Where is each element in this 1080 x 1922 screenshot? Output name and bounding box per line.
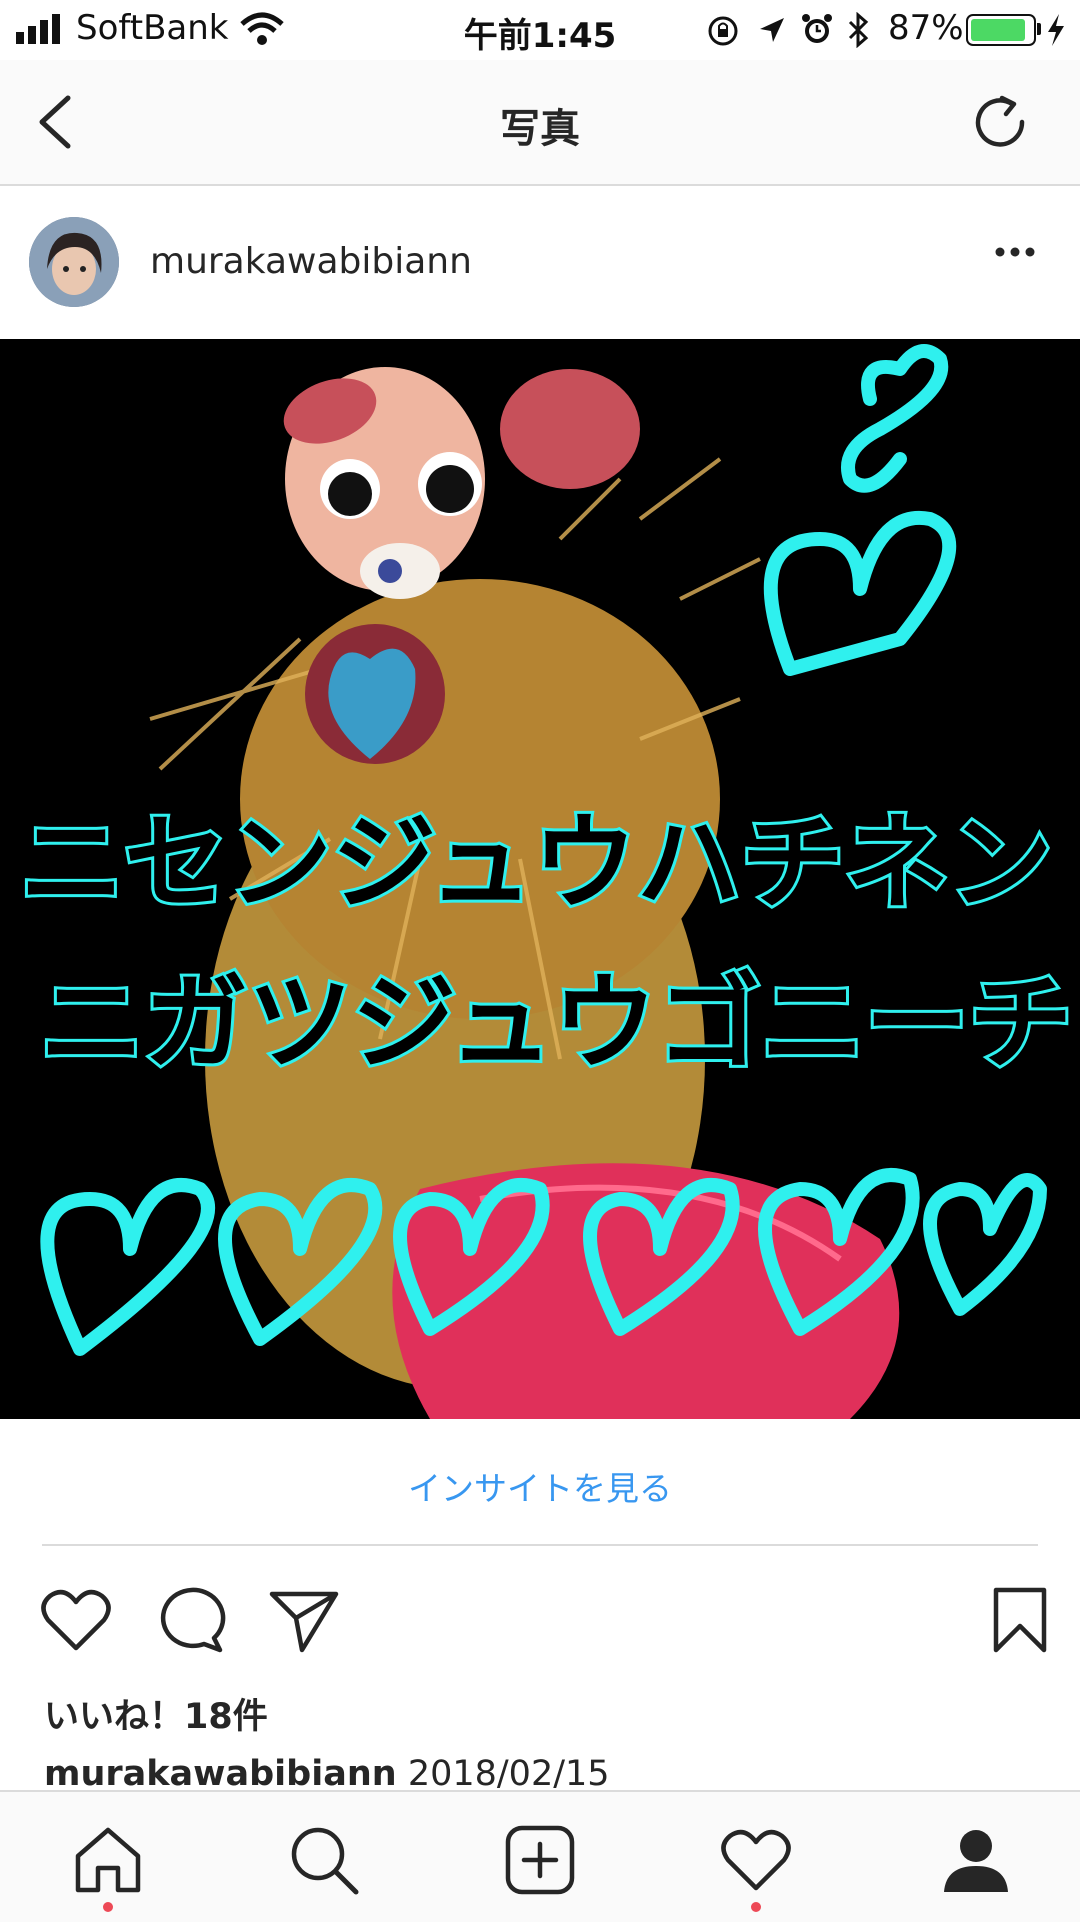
more-options-icon[interactable] bbox=[990, 232, 1040, 272]
home-notification-dot bbox=[103, 1902, 113, 1912]
view-insights-link[interactable]: インサイトを見る bbox=[0, 1462, 1080, 1510]
activity-heart-icon[interactable] bbox=[716, 1820, 796, 1900]
post-photo-art: ニセンジュウハチネン ニガツジュウゴニーチ bbox=[17, 344, 1076, 1419]
location-icon bbox=[760, 18, 784, 42]
like-heart-icon[interactable] bbox=[36, 1580, 116, 1660]
divider bbox=[42, 1544, 1038, 1546]
battery-cap bbox=[1037, 23, 1041, 35]
add-post-icon[interactable] bbox=[500, 1820, 580, 1900]
activity-notification-dot bbox=[751, 1902, 761, 1912]
post-username[interactable]: murakawabibiann bbox=[150, 241, 472, 282]
avatar[interactable] bbox=[29, 217, 119, 307]
alarm-icon bbox=[802, 14, 832, 43]
bluetooth-icon bbox=[848, 12, 869, 48]
profile-icon[interactable] bbox=[936, 1820, 1016, 1900]
home-icon[interactable] bbox=[68, 1820, 148, 1900]
battery-icon bbox=[966, 14, 1036, 46]
comment-icon[interactable] bbox=[150, 1580, 230, 1660]
likes-count[interactable]: いいね！18件 bbox=[44, 1688, 268, 1739]
svg-text:ニガツジュウゴニーチ: ニガツジュウゴニーチ bbox=[40, 962, 1073, 1084]
rotation-lock-icon bbox=[708, 16, 738, 46]
caption-username[interactable]: murakawabibiann bbox=[44, 1754, 397, 1794]
page-title: 写真 bbox=[500, 106, 580, 152]
battery-percent: 87% bbox=[888, 8, 964, 48]
status-bar: SoftBank 午前1:45 87% bbox=[0, 0, 1080, 60]
svg-text:ニセンジュウハチネン: ニセンジュウハチネン bbox=[20, 802, 1053, 924]
post-photo[interactable]: ニセンジュウハチネン ニガツジュウゴニーチ bbox=[0, 339, 1080, 1419]
nav-bar: 写真 bbox=[0, 60, 1080, 186]
avatar-photo bbox=[29, 217, 119, 307]
caption: murakawabibiann 2018/02/15 bbox=[44, 1754, 610, 1794]
tab-bar bbox=[0, 1790, 1080, 1922]
share-icon[interactable] bbox=[264, 1580, 344, 1660]
bookmark-icon[interactable] bbox=[980, 1580, 1060, 1660]
caption-text: 2018/02/15 bbox=[407, 1754, 610, 1794]
refresh-icon[interactable] bbox=[968, 90, 1032, 154]
charging-bolt-icon bbox=[1048, 14, 1064, 46]
search-icon[interactable] bbox=[284, 1820, 364, 1900]
